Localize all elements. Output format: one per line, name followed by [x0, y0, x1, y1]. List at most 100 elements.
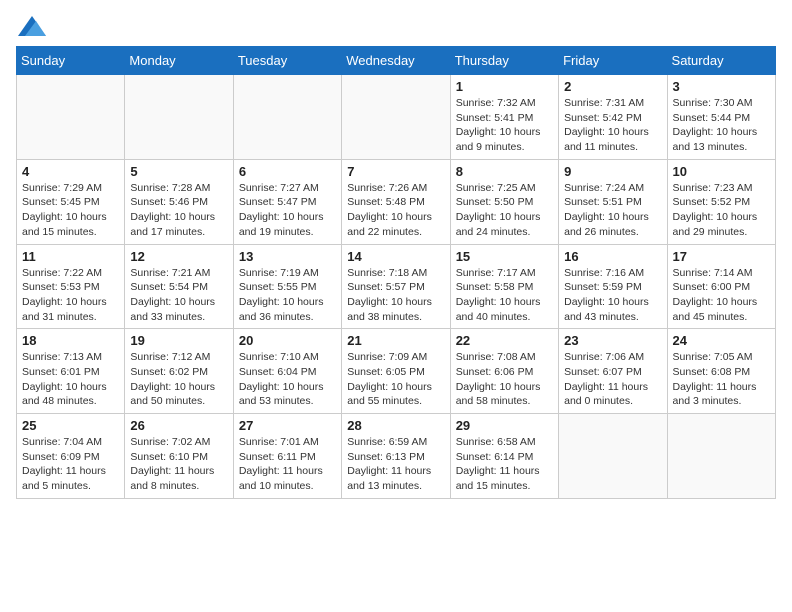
day-info: Sunrise: 7:18 AMSunset: 5:57 PMDaylight:…	[347, 266, 444, 325]
day-info: Sunrise: 7:29 AMSunset: 5:45 PMDaylight:…	[22, 181, 119, 240]
week-row-5: 25 Sunrise: 7:04 AMSunset: 6:09 PMDayligh…	[17, 414, 776, 499]
day-number: 23	[564, 333, 661, 348]
calendar-cell: 6 Sunrise: 7:27 AMSunset: 5:47 PMDaylight…	[233, 159, 341, 244]
week-row-1: 1 Sunrise: 7:32 AMSunset: 5:41 PMDaylight…	[17, 75, 776, 160]
day-info: Sunrise: 7:26 AMSunset: 5:48 PMDaylight:…	[347, 181, 444, 240]
week-row-2: 4 Sunrise: 7:29 AMSunset: 5:45 PMDaylight…	[17, 159, 776, 244]
calendar-cell: 17Sunrise: 7:14 AMSunset: 6:00 PMDayligh…	[667, 244, 775, 329]
calendar-cell: 4 Sunrise: 7:29 AMSunset: 5:45 PMDaylight…	[17, 159, 125, 244]
day-number: 17	[673, 249, 770, 264]
day-info: Sunrise: 7:10 AMSunset: 6:04 PMDaylight:…	[239, 350, 336, 409]
weekday-header-thursday: Thursday	[450, 47, 558, 75]
calendar-cell	[233, 75, 341, 160]
calendar-cell: 28 Sunrise: 6:59 AMSunset: 6:13 PMDayligh…	[342, 414, 450, 499]
calendar-cell: 25 Sunrise: 7:04 AMSunset: 6:09 PMDayligh…	[17, 414, 125, 499]
day-info: Sunrise: 6:58 AMSunset: 6:14 PMDaylight:…	[456, 435, 553, 494]
week-row-3: 11 Sunrise: 7:22 AMSunset: 5:53 PMDayligh…	[17, 244, 776, 329]
calendar-cell: 8 Sunrise: 7:25 AMSunset: 5:50 PMDaylight…	[450, 159, 558, 244]
day-info: Sunrise: 7:28 AMSunset: 5:46 PMDaylight:…	[130, 181, 227, 240]
calendar-cell: 2 Sunrise: 7:31 AMSunset: 5:42 PMDaylight…	[559, 75, 667, 160]
calendar-cell: 16 Sunrise: 7:16 AMSunset: 5:59 PMDayligh…	[559, 244, 667, 329]
day-number: 10	[673, 164, 770, 179]
day-info: Sunrise: 7:22 AMSunset: 5:53 PMDaylight:…	[22, 266, 119, 325]
day-number: 11	[22, 249, 119, 264]
day-number: 27	[239, 418, 336, 433]
day-info: Sunrise: 7:12 AMSunset: 6:02 PMDaylight:…	[130, 350, 227, 409]
week-row-4: 18Sunrise: 7:13 AMSunset: 6:01 PMDayligh…	[17, 329, 776, 414]
weekday-header-wednesday: Wednesday	[342, 47, 450, 75]
calendar-cell	[667, 414, 775, 499]
day-number: 3	[673, 79, 770, 94]
calendar-cell: 29 Sunrise: 6:58 AMSunset: 6:14 PMDayligh…	[450, 414, 558, 499]
day-number: 28	[347, 418, 444, 433]
day-number: 18	[22, 333, 119, 348]
day-number: 22	[456, 333, 553, 348]
day-info: Sunrise: 7:05 AMSunset: 6:08 PMDaylight:…	[673, 350, 770, 409]
day-number: 29	[456, 418, 553, 433]
calendar-cell: 10 Sunrise: 7:23 AMSunset: 5:52 PMDayligh…	[667, 159, 775, 244]
day-info: Sunrise: 7:19 AMSunset: 5:55 PMDaylight:…	[239, 266, 336, 325]
day-info: Sunrise: 7:21 AMSunset: 5:54 PMDaylight:…	[130, 266, 227, 325]
day-info: Sunrise: 7:08 AMSunset: 6:06 PMDaylight:…	[456, 350, 553, 409]
calendar-table: SundayMondayTuesdayWednesdayThursdayFrid…	[16, 46, 776, 499]
day-info: Sunrise: 7:31 AMSunset: 5:42 PMDaylight:…	[564, 96, 661, 155]
day-info: Sunrise: 7:01 AMSunset: 6:11 PMDaylight:…	[239, 435, 336, 494]
day-info: Sunrise: 7:02 AMSunset: 6:10 PMDaylight:…	[130, 435, 227, 494]
calendar-cell: 14 Sunrise: 7:18 AMSunset: 5:57 PMDayligh…	[342, 244, 450, 329]
day-number: 21	[347, 333, 444, 348]
day-info: Sunrise: 7:09 AMSunset: 6:05 PMDaylight:…	[347, 350, 444, 409]
calendar-cell: 5 Sunrise: 7:28 AMSunset: 5:46 PMDaylight…	[125, 159, 233, 244]
calendar-cell	[17, 75, 125, 160]
calendar-cell: 11 Sunrise: 7:22 AMSunset: 5:53 PMDayligh…	[17, 244, 125, 329]
day-info: Sunrise: 7:30 AMSunset: 5:44 PMDaylight:…	[673, 96, 770, 155]
calendar-cell: 1 Sunrise: 7:32 AMSunset: 5:41 PMDaylight…	[450, 75, 558, 160]
logo-icon	[18, 16, 46, 36]
day-info: Sunrise: 7:23 AMSunset: 5:52 PMDaylight:…	[673, 181, 770, 240]
weekday-header-saturday: Saturday	[667, 47, 775, 75]
calendar-cell: 12 Sunrise: 7:21 AMSunset: 5:54 PMDayligh…	[125, 244, 233, 329]
day-number: 14	[347, 249, 444, 264]
calendar-cell	[125, 75, 233, 160]
day-info: Sunrise: 7:24 AMSunset: 5:51 PMDaylight:…	[564, 181, 661, 240]
day-number: 19	[130, 333, 227, 348]
day-number: 20	[239, 333, 336, 348]
day-number: 1	[456, 79, 553, 94]
weekday-header-monday: Monday	[125, 47, 233, 75]
calendar-cell: 18Sunrise: 7:13 AMSunset: 6:01 PMDayligh…	[17, 329, 125, 414]
day-info: Sunrise: 6:59 AMSunset: 6:13 PMDaylight:…	[347, 435, 444, 494]
day-info: Sunrise: 7:04 AMSunset: 6:09 PMDaylight:…	[22, 435, 119, 494]
day-info: Sunrise: 7:16 AMSunset: 5:59 PMDaylight:…	[564, 266, 661, 325]
calendar-cell: 19 Sunrise: 7:12 AMSunset: 6:02 PMDayligh…	[125, 329, 233, 414]
day-number: 8	[456, 164, 553, 179]
calendar-cell: 13 Sunrise: 7:19 AMSunset: 5:55 PMDayligh…	[233, 244, 341, 329]
calendar-cell: 27 Sunrise: 7:01 AMSunset: 6:11 PMDayligh…	[233, 414, 341, 499]
day-number: 16	[564, 249, 661, 264]
weekday-header-sunday: Sunday	[17, 47, 125, 75]
day-number: 4	[22, 164, 119, 179]
logo	[16, 16, 46, 36]
calendar-cell: 9 Sunrise: 7:24 AMSunset: 5:51 PMDaylight…	[559, 159, 667, 244]
day-number: 5	[130, 164, 227, 179]
day-number: 25	[22, 418, 119, 433]
calendar-cell: 24Sunrise: 7:05 AMSunset: 6:08 PMDayligh…	[667, 329, 775, 414]
page-header	[16, 16, 776, 36]
weekday-header-tuesday: Tuesday	[233, 47, 341, 75]
day-info: Sunrise: 7:27 AMSunset: 5:47 PMDaylight:…	[239, 181, 336, 240]
calendar-cell: 21 Sunrise: 7:09 AMSunset: 6:05 PMDayligh…	[342, 329, 450, 414]
weekday-header-friday: Friday	[559, 47, 667, 75]
day-number: 15	[456, 249, 553, 264]
day-number: 2	[564, 79, 661, 94]
calendar-cell: 23 Sunrise: 7:06 AMSunset: 6:07 PMDayligh…	[559, 329, 667, 414]
calendar-cell: 3 Sunrise: 7:30 AMSunset: 5:44 PMDaylight…	[667, 75, 775, 160]
day-number: 7	[347, 164, 444, 179]
day-number: 13	[239, 249, 336, 264]
day-info: Sunrise: 7:25 AMSunset: 5:50 PMDaylight:…	[456, 181, 553, 240]
day-info: Sunrise: 7:32 AMSunset: 5:41 PMDaylight:…	[456, 96, 553, 155]
day-number: 12	[130, 249, 227, 264]
day-info: Sunrise: 7:17 AMSunset: 5:58 PMDaylight:…	[456, 266, 553, 325]
day-info: Sunrise: 7:06 AMSunset: 6:07 PMDaylight:…	[564, 350, 661, 409]
calendar-cell	[342, 75, 450, 160]
day-number: 6	[239, 164, 336, 179]
calendar-cell: 15 Sunrise: 7:17 AMSunset: 5:58 PMDayligh…	[450, 244, 558, 329]
day-number: 9	[564, 164, 661, 179]
